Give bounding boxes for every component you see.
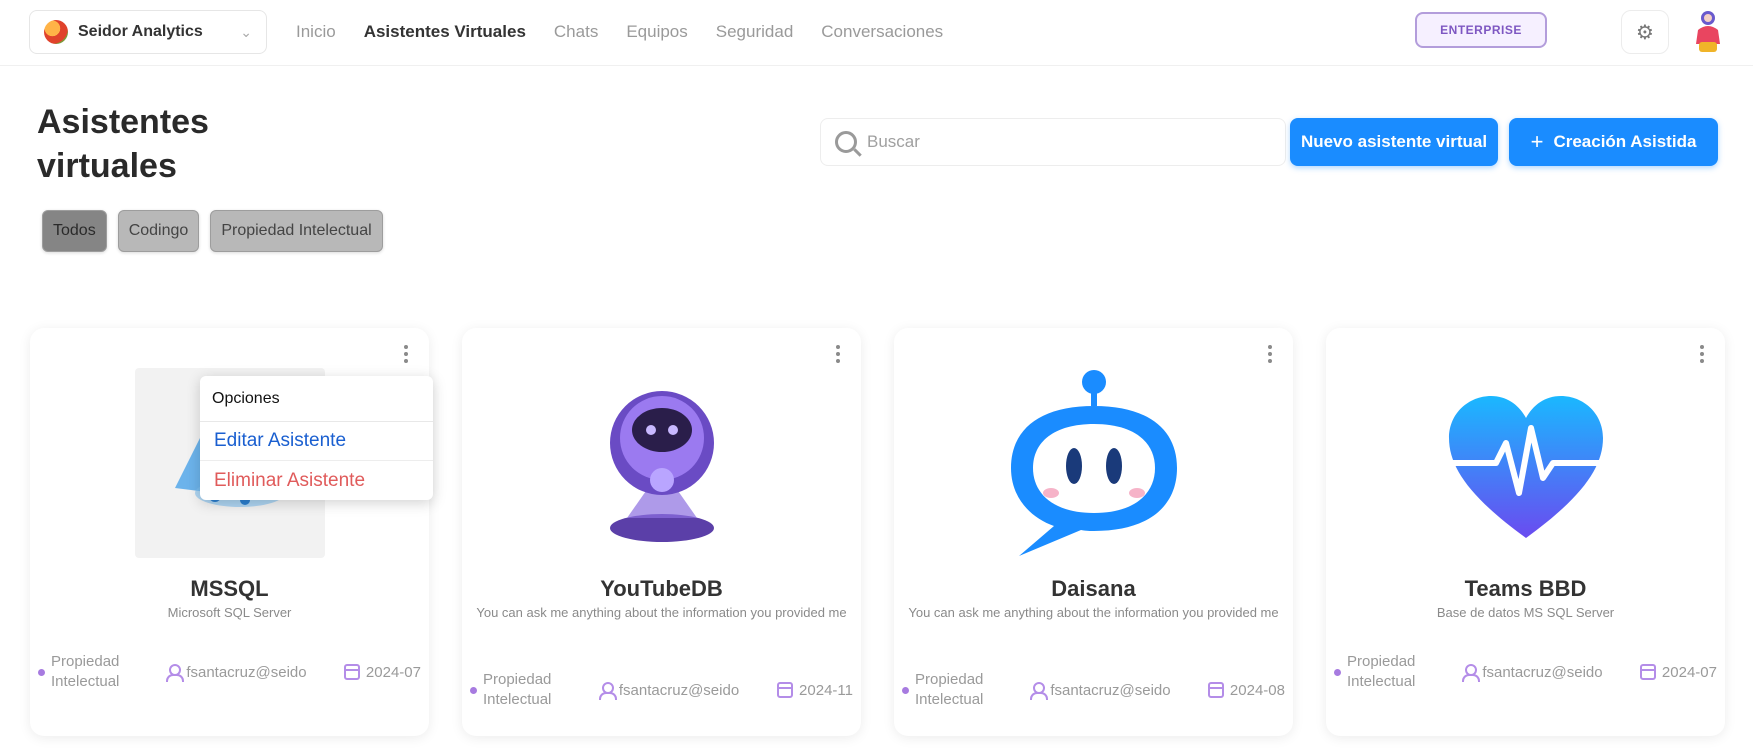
card-description: You can ask me anything about the inform… xyxy=(476,605,847,620)
card-date: 2024-07 xyxy=(343,663,421,681)
card-title: Daisana xyxy=(1051,576,1136,601)
avatar[interactable] xyxy=(1690,8,1726,56)
card-category: Propiedad Intelectual xyxy=(902,670,993,710)
card-title: MSSQL xyxy=(190,576,269,601)
filter-chip-todos[interactable]: Todos xyxy=(42,210,107,252)
card-title: Teams BBD xyxy=(1464,576,1587,601)
calendar-icon xyxy=(1639,664,1656,680)
filter-chip-codingo[interactable]: Codingo xyxy=(117,210,200,252)
card-options-menu: Opciones Editar Asistente Eliminar Asist… xyxy=(200,376,433,500)
card-description: Base de datos MS SQL Server xyxy=(1436,605,1615,620)
options-menu-title: Opciones xyxy=(200,376,433,422)
filter-chip-propiedad-intelectual[interactable]: Propiedad Intelectual xyxy=(210,210,383,252)
card-date: 2024-08 xyxy=(1207,681,1285,699)
card-meta: Propiedad Intelectual fsantacruz@seido 2… xyxy=(1334,652,1717,692)
assistant-card[interactable]: Teams BBD Base de datos MS SQL Server Pr… xyxy=(1326,328,1725,736)
more-options-icon[interactable] xyxy=(399,342,413,366)
card-meta: Propiedad Intelectual fsantacruz@seido 2… xyxy=(902,670,1285,710)
calendar-icon xyxy=(1207,682,1224,698)
card-category-label: Propiedad Intelectual xyxy=(483,671,552,708)
card-date-label: 2024-11 xyxy=(799,681,853,699)
page-title: Asistentes virtuales xyxy=(37,100,257,188)
plus-icon: + xyxy=(1530,129,1544,154)
org-switcher[interactable]: Seidor Analytics ⌄ xyxy=(29,10,267,54)
card-category: Propiedad Intelectual xyxy=(470,670,561,710)
category-dot-icon xyxy=(38,668,45,676)
delete-assistant-menu-item[interactable]: Eliminar Asistente xyxy=(200,461,433,500)
card-meta: Propiedad Intelectual fsantacruz@seido 2… xyxy=(470,670,853,710)
calendar-icon xyxy=(343,664,360,680)
assisted-creation-button[interactable]: + Creación Asistida xyxy=(1509,118,1718,166)
card-date: 2024-11 xyxy=(777,682,853,699)
settings-button[interactable]: ⚙ xyxy=(1621,10,1669,54)
main-nav: Inicio Asistentes Virtuales Chats Equipo… xyxy=(296,0,943,64)
org-logo-icon xyxy=(44,20,68,44)
org-name: Seidor Analytics xyxy=(78,23,203,40)
chevron-down-icon: ⌄ xyxy=(240,23,252,40)
user-avatar-icon xyxy=(1696,11,1720,52)
category-dot-icon xyxy=(902,686,909,694)
card-owner-label: fsantacruz@seido xyxy=(186,663,307,681)
nav-item-inicio[interactable]: Inicio xyxy=(296,22,336,42)
heart-pulse-icon xyxy=(1430,368,1621,558)
card-date-label: 2024-08 xyxy=(1229,681,1285,699)
card-category: Propiedad Intelectual xyxy=(38,652,129,692)
more-options-icon[interactable] xyxy=(1263,342,1277,366)
gear-icon: ⚙ xyxy=(1636,21,1654,44)
card-date-label: 2024-07 xyxy=(1661,663,1717,681)
card-owner-label: fsantacruz@seido xyxy=(1482,663,1603,681)
card-owner-label: fsantacruz@seido xyxy=(618,681,740,699)
user-icon xyxy=(166,664,185,682)
category-dot-icon xyxy=(1334,668,1341,676)
user-icon xyxy=(1030,682,1049,700)
card-category: Propiedad Intelectual xyxy=(1334,652,1425,692)
card-category-label: Propiedad Intelectual xyxy=(51,653,120,690)
card-meta: Propiedad Intelectual fsantacruz@seido 2… xyxy=(38,652,421,692)
new-assistant-button[interactable]: Nuevo asistente virtual xyxy=(1290,118,1498,166)
search-box[interactable] xyxy=(820,118,1286,166)
robot-globe-icon xyxy=(567,368,757,558)
calendar-icon xyxy=(777,682,794,698)
card-description: Microsoft SQL Server xyxy=(167,605,292,620)
card-owner: fsantacruz@seido xyxy=(1462,663,1603,682)
search-input[interactable] xyxy=(867,132,1267,152)
more-options-icon[interactable] xyxy=(1695,342,1709,366)
card-category-label: Propiedad Intelectual xyxy=(915,671,984,708)
chat-bot-icon xyxy=(999,368,1189,558)
edit-assistant-menu-item[interactable]: Editar Asistente xyxy=(200,422,433,461)
assistant-card[interactable]: YouTubeDB You can ask me anything about … xyxy=(462,328,861,736)
card-date-label: 2024-07 xyxy=(365,663,421,681)
card-date: 2024-07 xyxy=(1639,663,1717,681)
page-title-line1: Asistentes xyxy=(37,103,209,141)
nav-item-seguridad[interactable]: Seguridad xyxy=(716,22,794,42)
card-owner: fsantacruz@seido xyxy=(166,663,307,682)
card-category-label: Propiedad Intelectual xyxy=(1347,653,1416,690)
nav-item-equipos[interactable]: Equipos xyxy=(626,22,687,42)
enterprise-badge[interactable]: ENTERPRISE xyxy=(1415,12,1547,48)
assisted-creation-label: Creación Asistida xyxy=(1553,132,1697,151)
nav-item-chats[interactable]: Chats xyxy=(554,22,598,42)
user-icon xyxy=(598,682,617,700)
filter-chips: Todos Codingo Propiedad Intelectual xyxy=(42,210,383,252)
card-owner-label: fsantacruz@seido xyxy=(1050,681,1171,699)
card-description: You can ask me anything about the inform… xyxy=(908,605,1279,620)
card-owner: fsantacruz@seido xyxy=(598,681,740,700)
nav-item-conversaciones[interactable]: Conversaciones xyxy=(821,22,943,42)
top-nav-bar: Seidor Analytics ⌄ Inicio Asistentes Vir… xyxy=(0,0,1753,66)
nav-item-asistentes-virtuales[interactable]: Asistentes Virtuales xyxy=(364,22,526,42)
more-options-icon[interactable] xyxy=(831,342,845,366)
user-icon xyxy=(1462,664,1481,682)
card-owner: fsantacruz@seido xyxy=(1030,681,1171,700)
search-icon xyxy=(835,131,857,153)
assistant-card[interactable]: Daisana You can ask me anything about th… xyxy=(894,328,1293,736)
category-dot-icon xyxy=(470,686,477,694)
page-title-line2: virtuales xyxy=(37,147,177,185)
card-title: YouTubeDB xyxy=(600,576,723,601)
